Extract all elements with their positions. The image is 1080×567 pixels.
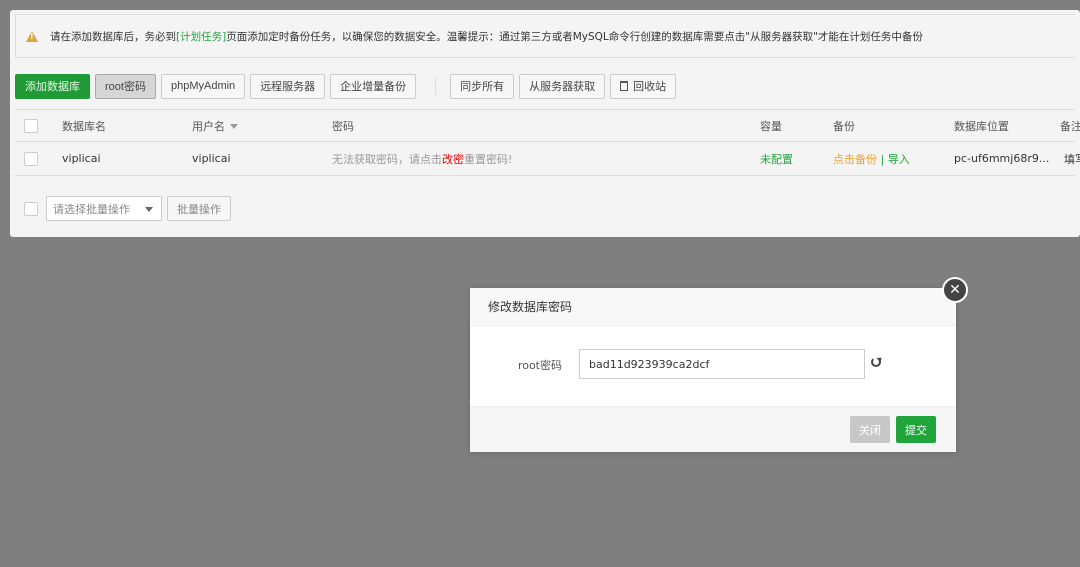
backup-separator: | — [877, 152, 888, 166]
submit-button[interactable]: 提交 — [896, 416, 936, 443]
database-table: 数据库名 用户名 密码 容量 备份 数据库位置 备注 viplicai vipl… — [15, 109, 1080, 176]
change-password-link[interactable]: 改密 — [442, 153, 464, 166]
select-all-checkbox[interactable] — [24, 118, 38, 133]
schedule-task-link[interactable]: [计划任务] — [176, 29, 226, 44]
db-user: viplicai — [192, 152, 231, 165]
trash-icon — [620, 81, 629, 91]
row-checkbox[interactable] — [24, 151, 38, 166]
dialog-footer: 关闭 提交 — [470, 406, 956, 452]
col-size: 容量 — [760, 119, 782, 133]
root-password-label: root密码 — [517, 359, 562, 372]
get-from-server-button[interactable]: 从服务器获取 — [519, 73, 606, 99]
col-username[interactable]: 用户名 — [192, 118, 238, 134]
password-hint: 无法获取密码，请点击改密重置密码! — [332, 151, 512, 167]
col-db-name: 数据库名 — [62, 119, 106, 133]
dialog-title: 修改数据库密码 — [470, 288, 956, 326]
table-header: 数据库名 用户名 密码 容量 备份 数据库位置 备注 — [15, 110, 1080, 142]
table-row: viplicai viplicai 无法获取密码，请点击改密重置密码! 未配置 … — [15, 142, 1080, 175]
password-hint-after: 重置密码! — [464, 152, 513, 166]
col-password: 密码 — [332, 119, 354, 133]
import-link[interactable]: 导入 — [888, 153, 910, 166]
batch-select[interactable]: 请选择批量操作 — [46, 196, 162, 221]
backup-link[interactable]: 点击备份 — [833, 153, 877, 166]
dialog-body: root密码 — [470, 326, 956, 406]
warning-icon — [26, 30, 38, 42]
notice-text-after: 页面添加定时备份任务，以确保您的数据安全。温馨提示：通过第三方或者MySQL命令… — [226, 30, 923, 43]
size-status[interactable]: 未配置 — [760, 151, 793, 167]
batch-checkbox[interactable] — [24, 201, 38, 216]
col-backup: 备份 — [833, 119, 855, 133]
col-note: 备注 — [1060, 119, 1080, 133]
chevron-down-icon — [145, 207, 153, 212]
close-icon[interactable]: ✕ — [942, 277, 968, 303]
root-password-input[interactable] — [579, 349, 865, 379]
note-field[interactable]: 填写 — [1064, 151, 1080, 167]
password-hint-before: 无法获取密码，请点击 — [332, 152, 442, 166]
phpmyadmin-button[interactable]: phpMyAdmin — [160, 73, 246, 99]
sort-down-icon — [230, 124, 238, 129]
batch-bar: 请选择批量操作 批量操作 — [15, 196, 236, 221]
remote-server-button[interactable]: 远程服务器 — [250, 73, 326, 99]
recycle-bin-button[interactable]: 回收站 — [610, 73, 677, 99]
db-name: viplicai — [62, 152, 101, 165]
toolbar-divider — [435, 77, 437, 95]
backup-notice: 请在添加数据库后，务必到[计划任务]页面添加定时备份任务，以确保您的数据安全。温… — [15, 14, 1075, 58]
notice-text-before: 请在添加数据库后，务必到 — [50, 30, 176, 43]
enterprise-backup-button[interactable]: 企业增量备份 — [330, 73, 417, 99]
sync-all-button[interactable]: 同步所有 — [450, 73, 515, 99]
add-database-button[interactable]: 添加数据库 — [15, 73, 90, 99]
col-location: 数据库位置 — [954, 119, 1009, 133]
col-username-label: 用户名 — [192, 119, 225, 133]
close-button[interactable]: 关闭 — [850, 416, 890, 443]
batch-action-button[interactable]: 批量操作 — [167, 196, 231, 221]
root-password-button[interactable]: root密码 — [95, 73, 156, 99]
refresh-icon[interactable] — [871, 357, 881, 367]
batch-select-placeholder: 请选择批量操作 — [53, 202, 130, 216]
recycle-bin-label: 回收站 — [633, 81, 667, 93]
backup-actions: 点击备份 | 导入 — [833, 151, 910, 167]
toolbar: 添加数据库 root密码 phpMyAdmin 远程服务器 企业增量备份 同步所… — [15, 73, 681, 99]
change-password-dialog: 修改数据库密码 root密码 关闭 提交 — [470, 288, 956, 452]
db-location: pc-uf6mmj68r9... — [954, 152, 1050, 165]
